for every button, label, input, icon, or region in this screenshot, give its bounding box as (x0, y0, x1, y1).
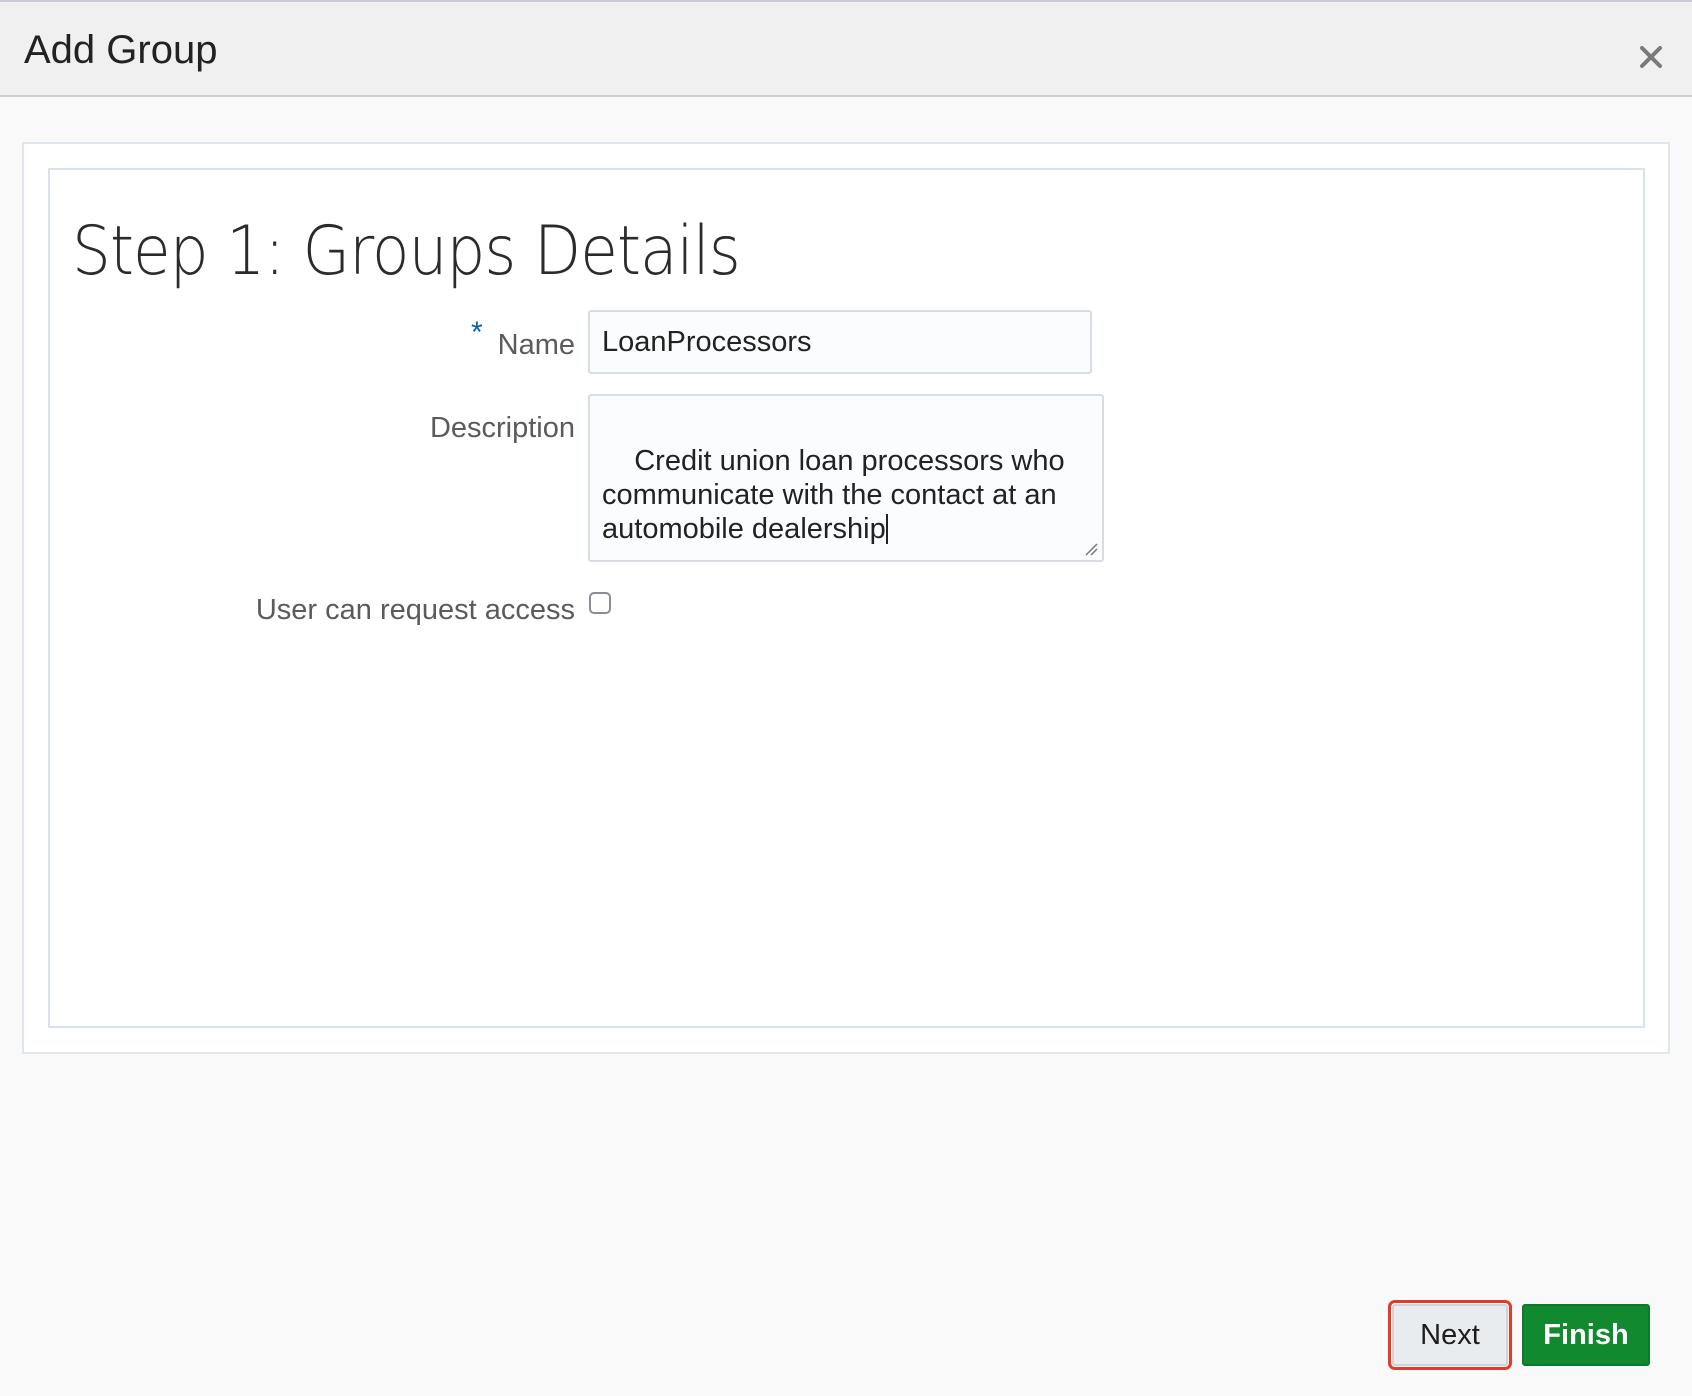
add-group-dialog: Add Group Step 1: Groups Details * Name … (0, 0, 1692, 1396)
resize-grip-icon[interactable] (1084, 542, 1098, 556)
description-textarea[interactable]: Credit union loan processors who communi… (588, 394, 1104, 562)
request-access-checkbox[interactable] (589, 592, 611, 614)
description-label: Description (429, 412, 575, 444)
request-access-label: User can request access (255, 594, 575, 626)
required-indicator: * (471, 316, 483, 349)
description-text: Credit union loan processors who communi… (602, 445, 1065, 545)
name-input[interactable]: LoanProcessors (588, 310, 1092, 374)
text-cursor (885, 514, 888, 544)
dialog-title: Add Group (24, 28, 218, 72)
close-icon[interactable] (1634, 40, 1668, 74)
dialog-titlebar: Add Group (0, 0, 1692, 97)
step-heading: Step 1: Groups Details (72, 212, 741, 291)
next-button[interactable]: Next (1388, 1300, 1512, 1370)
finish-button[interactable]: Finish (1522, 1304, 1650, 1366)
name-label: Name (497, 329, 575, 361)
